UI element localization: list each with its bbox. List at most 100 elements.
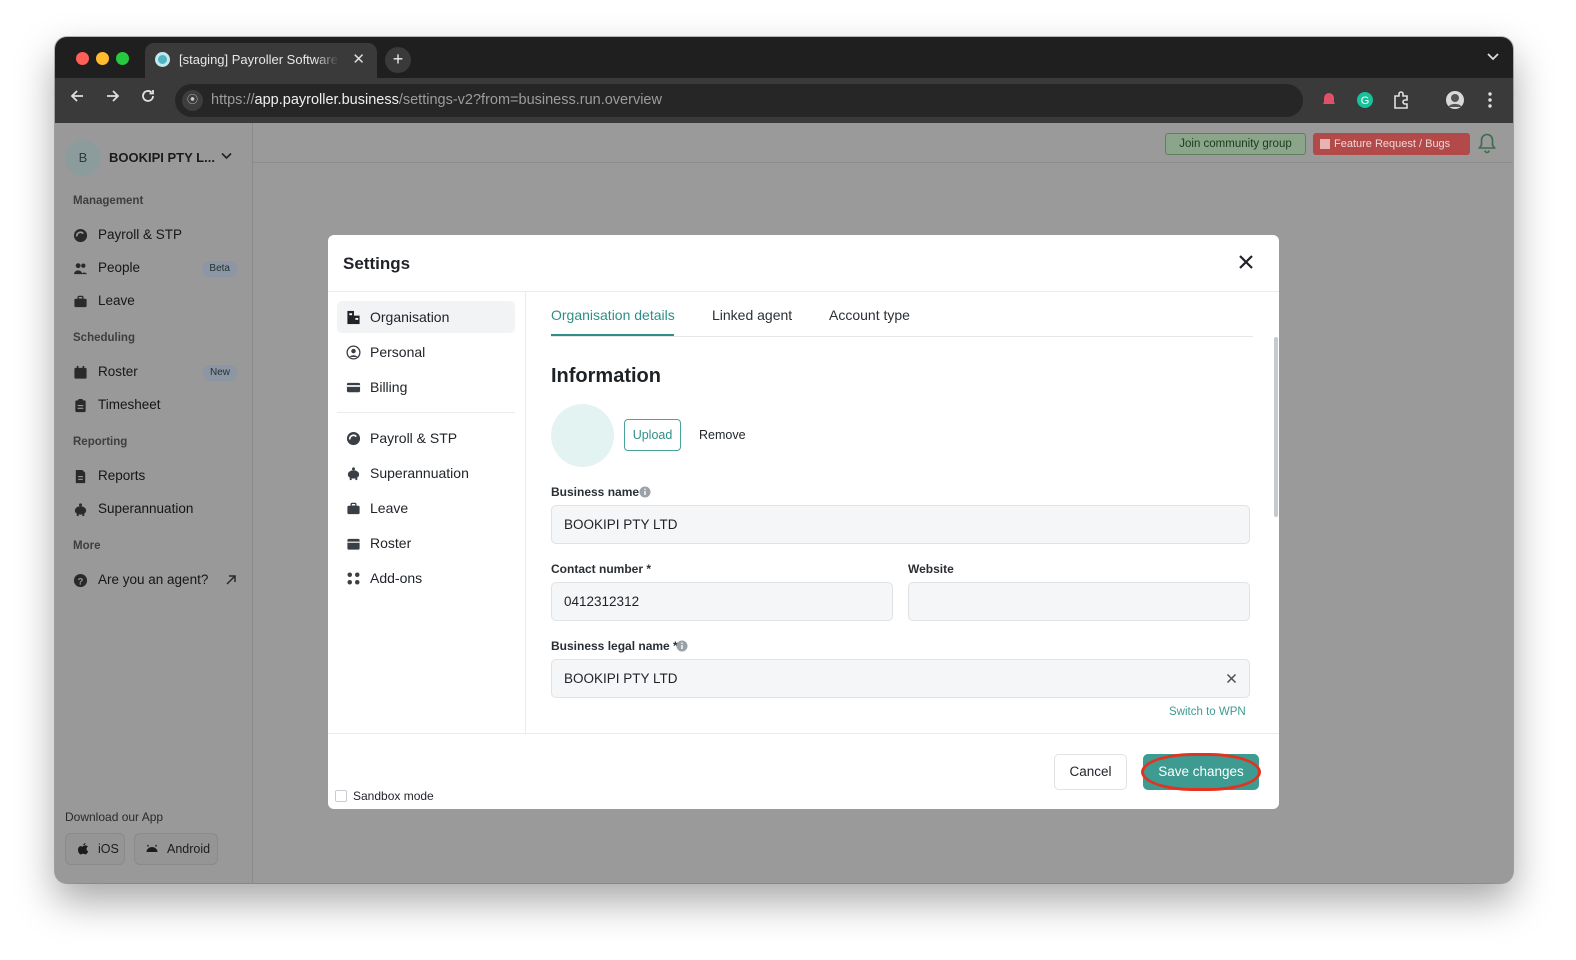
- feature-request-button[interactable]: Feature Request / Bugs: [1313, 133, 1470, 155]
- flag-icon: [1320, 139, 1330, 149]
- minimize-window-button[interactable]: [96, 52, 109, 65]
- legal-name-label: Business legal name *: [551, 639, 678, 653]
- switch-to-wpn-link[interactable]: Switch to WPN: [1169, 706, 1246, 718]
- sidebar-item-label: Reports: [98, 468, 145, 483]
- tab-linked-agent[interactable]: Linked agent: [712, 307, 792, 323]
- modal-header: Settings: [328, 235, 1279, 292]
- app-topbar: Join community group Feature Request / B…: [253, 123, 1513, 163]
- close-window-button[interactable]: [76, 52, 89, 65]
- settings-nav-label: Payroll & STP: [370, 430, 457, 446]
- settings-nav-personal[interactable]: Personal: [337, 336, 515, 368]
- payroll-icon: [346, 431, 361, 446]
- sidebar-item-label: Timesheet: [98, 397, 161, 412]
- sidebar-item-superannuation[interactable]: Superannuation: [73, 498, 237, 522]
- modal-footer: Sandbox mode Cancel Save changes: [328, 733, 1279, 809]
- legal-name-value: BOOKIPI PTY LTD: [564, 671, 678, 686]
- sidebar-item-payroll[interactable]: Payroll & STP: [73, 224, 237, 248]
- settings-nav-label: Superannuation: [370, 465, 469, 481]
- download-app-label: Download our App: [65, 810, 163, 824]
- active-tab-indicator: [551, 334, 674, 336]
- sidebar-item-timesheet[interactable]: Timesheet: [73, 394, 237, 418]
- modal-title: Settings: [343, 254, 410, 274]
- section-title: Information: [551, 365, 661, 388]
- notification-bell-icon[interactable]: [1477, 132, 1497, 154]
- suitcase-icon: [73, 294, 88, 309]
- maximize-window-button[interactable]: [116, 52, 129, 65]
- legal-name-field[interactable]: BOOKIPI PTY LTD: [551, 659, 1250, 698]
- settings-nav-label: Add-ons: [370, 570, 422, 586]
- settings-nav-leave[interactable]: Leave: [337, 492, 515, 524]
- app-viewport: B BOOKIPI PTY L... Management Payroll & …: [55, 123, 1513, 883]
- svg-text:G: G: [1361, 95, 1370, 107]
- back-arrow-icon[interactable]: [66, 88, 88, 109]
- tab-title: [staging] Payroller Software W: [179, 52, 339, 67]
- close-icon[interactable]: [1235, 251, 1257, 273]
- sidebar-item-agent[interactable]: ? Are you an agent?: [73, 569, 237, 593]
- apple-icon: [76, 842, 90, 856]
- sidebar-item-people[interactable]: People Beta: [73, 257, 237, 281]
- sidebar-item-label: Superannuation: [98, 501, 193, 516]
- sidebar-item-label: People: [98, 260, 140, 275]
- extension-bell-icon[interactable]: [1319, 90, 1339, 110]
- info-icon[interactable]: [676, 640, 688, 652]
- tab-organisation-details[interactable]: Organisation details: [551, 307, 675, 323]
- contact-number-field[interactable]: 0412312312: [551, 582, 893, 621]
- settings-nav-superannuation[interactable]: Superannuation: [337, 457, 515, 489]
- browser-toolbar: ⦿ https://app.payroller.business/setting…: [55, 78, 1513, 123]
- business-name-field[interactable]: BOOKIPI PTY LTD: [551, 505, 1250, 544]
- reload-icon[interactable]: [137, 88, 159, 109]
- section-reporting: Reporting: [73, 436, 127, 448]
- ios-label: iOS: [98, 842, 119, 856]
- sidebar-item-reports[interactable]: Reports: [73, 465, 237, 489]
- sandbox-mode-checkbox[interactable]: [335, 790, 347, 802]
- new-tab-button[interactable]: +: [385, 47, 411, 73]
- sidebar-item-label: Roster: [98, 364, 138, 379]
- extensions-puzzle-icon[interactable]: [1391, 90, 1411, 110]
- tab-search-chevron-icon[interactable]: [1487, 49, 1499, 64]
- tab-account-type[interactable]: Account type: [829, 307, 910, 323]
- android-app-button[interactable]: Android: [134, 833, 218, 865]
- tab-close-icon[interactable]: ✕: [352, 50, 365, 68]
- new-badge: New: [203, 365, 237, 381]
- forward-arrow-icon[interactable]: [102, 88, 124, 109]
- payroll-icon: [73, 228, 88, 243]
- site-info-icon[interactable]: ⦿: [182, 90, 203, 111]
- settings-nav-addons[interactable]: Add-ons: [337, 562, 515, 594]
- grammarly-icon[interactable]: G: [1355, 90, 1375, 110]
- profile-avatar-icon[interactable]: [1445, 90, 1465, 110]
- contact-number-label: Contact number *: [551, 562, 651, 576]
- sandbox-mode-label[interactable]: Sandbox mode: [353, 789, 434, 803]
- website-label: Website: [908, 562, 954, 576]
- website-field[interactable]: [908, 582, 1250, 621]
- settings-nav-billing[interactable]: Billing: [337, 371, 515, 403]
- user-circle-icon: [346, 345, 361, 360]
- address-bar[interactable]: ⦿ https://app.payroller.business/setting…: [175, 84, 1303, 117]
- settings-nav-label: Organisation: [370, 309, 449, 325]
- settings-nav-roster[interactable]: Roster: [337, 527, 515, 559]
- settings-nav: Organisation Personal Billing Payroll & …: [328, 292, 526, 733]
- sidebar-item-roster[interactable]: Roster New: [73, 361, 237, 385]
- sidebar-item-leave[interactable]: Leave: [73, 290, 237, 314]
- external-link-arrow-icon: [225, 574, 237, 586]
- upload-button[interactable]: Upload: [624, 419, 681, 451]
- clear-icon[interactable]: [1226, 673, 1237, 684]
- remove-button[interactable]: Remove: [699, 428, 746, 442]
- join-community-button[interactable]: Join community group: [1165, 133, 1306, 155]
- org-name: BOOKIPI PTY L...: [109, 150, 215, 165]
- piggy-bank-icon: [346, 466, 361, 481]
- settings-nav-payroll[interactable]: Payroll & STP: [337, 422, 515, 454]
- ios-app-button[interactable]: iOS: [65, 833, 125, 865]
- nav-divider: [337, 412, 515, 413]
- org-avatar: B: [65, 140, 101, 176]
- settings-nav-organisation[interactable]: Organisation: [337, 301, 515, 333]
- people-icon: [73, 261, 88, 276]
- browser-menu-icon[interactable]: [1480, 90, 1500, 110]
- business-name-label: Business name: [551, 485, 639, 499]
- help-circle-icon: ?: [73, 573, 88, 588]
- cancel-button[interactable]: Cancel: [1054, 754, 1127, 790]
- browser-tab[interactable]: [staging] Payroller Software W ✕: [145, 43, 377, 78]
- organisation-switcher[interactable]: B BOOKIPI PTY L...: [65, 140, 237, 176]
- content-scrollbar[interactable]: [1274, 337, 1278, 517]
- piggy-bank-icon: [73, 502, 88, 517]
- info-icon[interactable]: [639, 486, 651, 498]
